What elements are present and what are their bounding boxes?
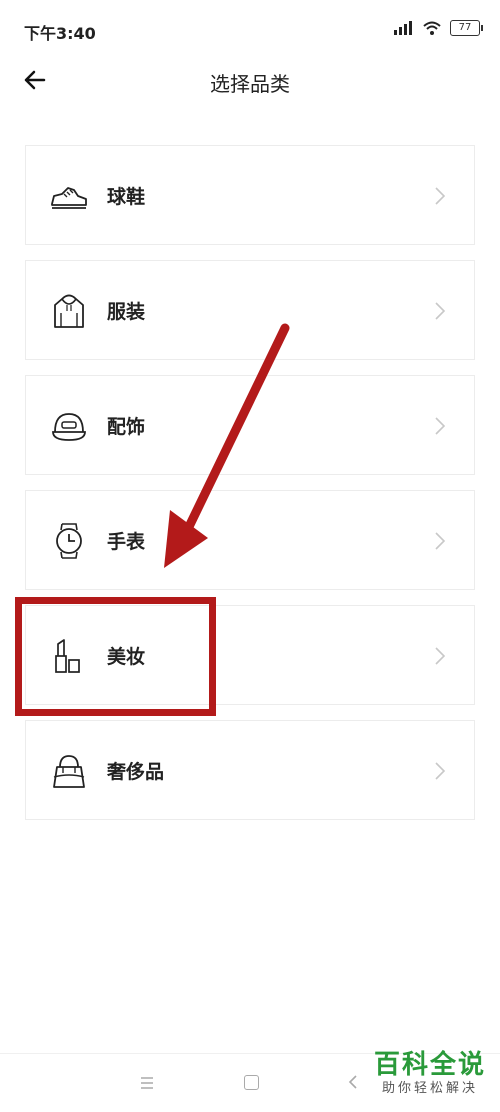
status-icons: 77 [394, 20, 483, 36]
category-item-luxury[interactable]: 奢侈品 [25, 720, 475, 820]
signal-icon [394, 21, 412, 35]
watermark-title: 百科全说 [373, 1050, 486, 1080]
category-label: 手表 [107, 531, 146, 553]
hoodie-icon [54, 294, 84, 328]
page-title: 选择品类 [210, 72, 290, 96]
chevron-right-icon [435, 417, 446, 435]
cap-icon [52, 413, 86, 441]
chevron-left-icon[interactable] [348, 1074, 358, 1090]
sneaker-icon [51, 187, 87, 209]
chevron-right-icon [435, 762, 446, 780]
chevron-right-icon [435, 302, 446, 320]
wifi-icon [423, 21, 441, 35]
category-item-sneakers[interactable]: 球鞋 [25, 145, 475, 245]
home-icon[interactable] [244, 1075, 259, 1090]
watermark: 百科全说 助你轻松解决 [374, 1050, 486, 1098]
category-label: 球鞋 [107, 186, 146, 208]
chevron-right-icon [435, 187, 446, 205]
category-label: 奢侈品 [107, 761, 165, 783]
menu-icon[interactable] [140, 1076, 154, 1090]
chevron-right-icon [435, 532, 446, 550]
category-item-beauty[interactable]: 美妆 [25, 605, 475, 705]
category-list: 球鞋 服装 配饰 手表 美妆 奢侈品 [25, 145, 475, 835]
status-time: 下午3:40 [24, 24, 96, 43]
lipstick-icon [55, 639, 80, 673]
category-label: 服装 [107, 301, 146, 323]
chevron-right-icon [435, 647, 446, 665]
category-label: 美妆 [107, 646, 146, 668]
category-item-watches[interactable]: 手表 [25, 490, 475, 590]
header: 选择品类 [0, 55, 500, 105]
battery-icon: 77 [450, 20, 483, 36]
watch-icon [56, 523, 82, 559]
category-item-apparel[interactable]: 服装 [25, 260, 475, 360]
status-bar: 下午3:40 77 [0, 0, 500, 60]
handbag-icon [53, 755, 85, 788]
watermark-subtitle: 助你轻松解决 [381, 1081, 478, 1096]
category-label: 配饰 [107, 416, 146, 438]
category-item-accessories[interactable]: 配饰 [25, 375, 475, 475]
